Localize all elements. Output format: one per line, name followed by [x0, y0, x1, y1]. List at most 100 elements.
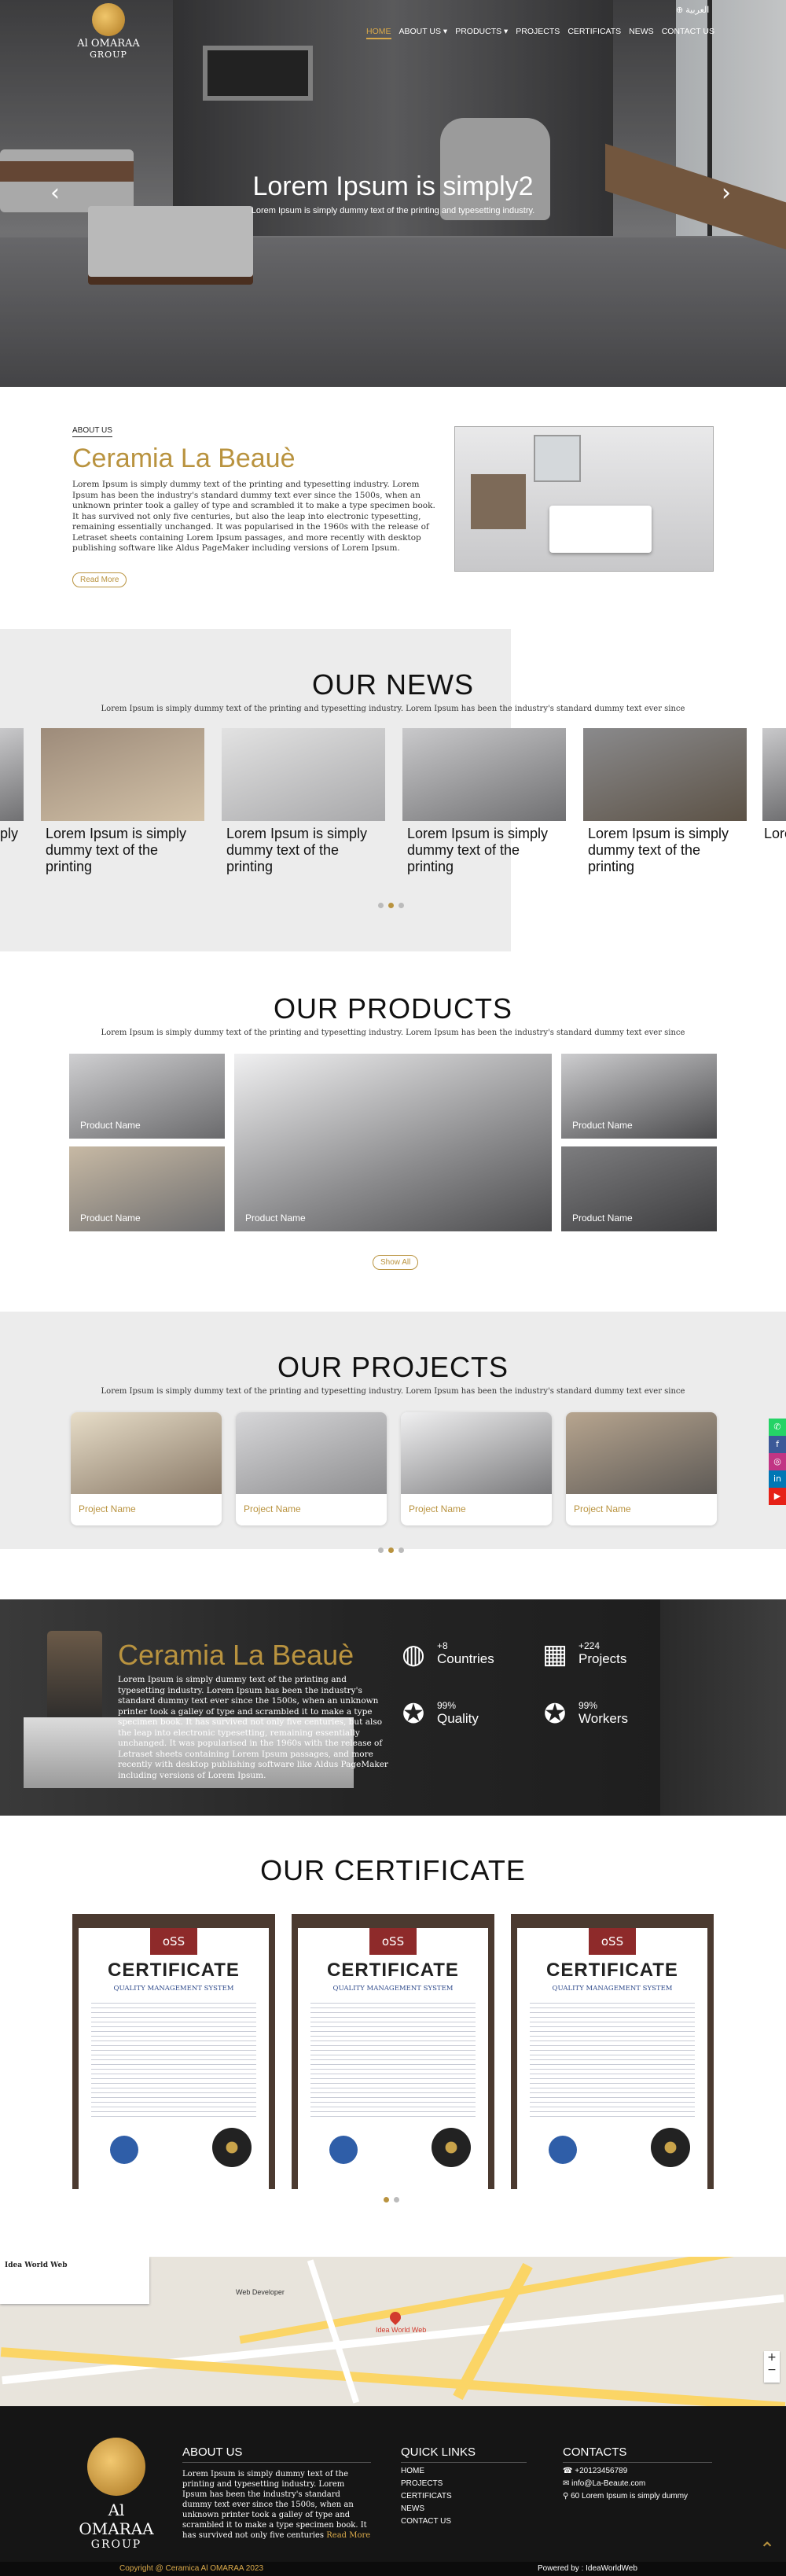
read-more-button[interactable]: Read More	[72, 572, 127, 587]
project-card[interactable]: Project Name	[401, 1412, 552, 1525]
footer-phone[interactable]: ☎ +20123456789	[563, 2467, 712, 2475]
projects-title: OUR PROJECTS	[277, 1351, 509, 1383]
seal-icon	[432, 2128, 471, 2167]
certificate-card[interactable]: oSS CERTIFICATE QUALITY MANAGEMENT SYSTE…	[511, 1914, 714, 2191]
news-pagination	[378, 903, 404, 908]
pagination-dot[interactable]	[394, 2197, 399, 2202]
instagram-icon[interactable]: ◎	[769, 1453, 786, 1470]
iaf-logo-icon	[329, 2136, 358, 2164]
social-sidebar: ✆ f ◎ in ▶	[769, 1419, 786, 1505]
pagination-dot[interactable]	[399, 1547, 404, 1553]
seal-icon	[212, 2128, 252, 2167]
news-image[interactable]	[222, 728, 385, 821]
project-card[interactable]: Project Name	[236, 1412, 387, 1525]
footer-email[interactable]: ✉ info@La-Beaute.com	[563, 2479, 712, 2488]
news-item-text[interactable]: Lorem Ipsum is simply dummy text of the …	[407, 826, 564, 875]
scroll-top-icon[interactable]: ⌃	[759, 2538, 775, 2560]
globe-icon: ⊕	[676, 6, 686, 15]
google-map[interactable]: Idea World Web Idea World Web Web Develo…	[0, 2257, 786, 2406]
location-icon: ⚲	[563, 2492, 571, 2501]
iaf-logo-icon	[110, 2136, 138, 2164]
about-text: Lorem Ipsum is simply dummy text of the …	[72, 480, 435, 553]
product-card[interactable]: Product Name	[69, 1054, 225, 1139]
nav-news[interactable]: NEWS	[629, 25, 654, 39]
news-image[interactable]	[583, 728, 747, 821]
footer-contacts: CONTACTS ☎ +20123456789 ✉ info@La-Beaute…	[563, 2445, 712, 2504]
certificates-pagination	[384, 2197, 399, 2202]
footer-quick-links: QUICK LINKS HOME PROJECTS CERTIFICATS NE…	[401, 2445, 527, 2530]
footer-link[interactable]: CERTIFICATS	[401, 2492, 527, 2501]
stats-title: Ceramia La Beauè	[118, 1639, 354, 1671]
nav-contact[interactable]: CONTACT US	[662, 25, 714, 39]
news-item-text[interactable]: Lorem Ipsum is simply dummy text of the …	[588, 826, 745, 875]
nav-projects[interactable]: PROJECTS	[516, 25, 560, 39]
oss-logo: oSS	[589, 1928, 636, 1955]
products-subtitle: Lorem Ipsum is simply dummy text of the …	[101, 1029, 685, 1037]
product-card[interactable]: Product Name	[69, 1146, 225, 1231]
news-image[interactable]	[41, 728, 204, 821]
news-item-text[interactable]: Lorem Ipsum is simply dummy text of the …	[46, 826, 203, 875]
about-title: Ceramia La Beauè	[72, 443, 296, 473]
facebook-icon[interactable]: f	[769, 1436, 786, 1453]
pagination-dot[interactable]	[388, 1547, 394, 1553]
footer-link[interactable]: PROJECTS	[401, 2479, 527, 2488]
footer-read-more-link[interactable]: Read More	[326, 2531, 370, 2540]
stats-section: Ceramia La Beauè Lorem Ipsum is simply d…	[0, 1599, 786, 1816]
whatsapp-icon[interactable]: ✆	[769, 1419, 786, 1436]
news-item-text[interactable]: Lorem Ipsum is simply dummy text of the …	[226, 826, 384, 875]
news-image[interactable]	[402, 728, 566, 821]
news-subtitle: Lorem Ipsum is simply dummy text of the …	[101, 705, 685, 713]
logo-emblem-icon	[87, 2438, 145, 2496]
map-info-box: Idea World Web	[0, 2257, 149, 2304]
mail-icon: ✉	[563, 2479, 572, 2488]
about-image	[454, 426, 714, 572]
hero-title: Lorem Ipsum is simply2	[252, 171, 534, 201]
pagination-dot[interactable]	[384, 2197, 389, 2202]
globe-pin-icon: ◍	[402, 1639, 425, 1670]
logo-emblem-icon	[92, 3, 125, 36]
linkedin-icon[interactable]: in	[769, 1470, 786, 1488]
oss-logo: oSS	[369, 1928, 417, 1955]
footer-logo[interactable]: Al OMARAA GROUP	[69, 2438, 163, 2551]
products-title: OUR PRODUCTS	[273, 992, 512, 1025]
stats-text: Lorem Ipsum is simply dummy text of the …	[118, 1675, 388, 1780]
product-card-featured[interactable]: Product Name	[234, 1054, 552, 1231]
project-card[interactable]: Project Name	[71, 1412, 222, 1525]
footer-link[interactable]: CONTACT US	[401, 2517, 527, 2526]
nav-home[interactable]: HOME	[366, 25, 391, 39]
certificates-title: OUR CERTIFICATE	[260, 1854, 526, 1886]
footer: Al OMARAA GROUP ABOUT US Lorem Ipsum is …	[0, 2406, 786, 2576]
iaf-logo-icon	[549, 2136, 577, 2164]
nav-about[interactable]: ABOUT US ▾	[399, 25, 448, 39]
project-card[interactable]: Project Name	[566, 1412, 717, 1525]
footer-link[interactable]: NEWS	[401, 2504, 527, 2513]
pagination-dot[interactable]	[399, 903, 404, 908]
pagination-dot[interactable]	[388, 903, 394, 908]
projects-pagination	[378, 1547, 404, 1553]
nav-products[interactable]: PRODUCTS ▾	[455, 25, 508, 39]
projects-subtitle: Lorem Ipsum is simply dummy text of the …	[101, 1387, 685, 1396]
news-item-text: Lorem	[764, 826, 786, 841]
footer-about: ABOUT US Lorem Ipsum is simply dummy tex…	[182, 2445, 371, 2540]
certificate-card[interactable]: oSS CERTIFICATE QUALITY MANAGEMENT SYSTE…	[72, 1914, 275, 2191]
phone-icon: ☎	[563, 2467, 575, 2475]
map-zoom-controls[interactable]: + −	[764, 2351, 780, 2383]
product-card[interactable]: Product Name	[561, 1146, 717, 1231]
youtube-icon[interactable]: ▶	[769, 1488, 786, 1505]
seal-icon	[651, 2128, 690, 2167]
product-card[interactable]: Product Name	[561, 1054, 717, 1139]
badge-icon: ✪	[402, 1698, 425, 1730]
certificate-card[interactable]: oSS CERTIFICATE QUALITY MANAGEMENT SYSTE…	[292, 1914, 494, 2191]
about-kicker: ABOUT US	[72, 426, 112, 437]
pagination-dot[interactable]	[378, 903, 384, 908]
building-icon: ▦	[542, 1639, 568, 1670]
language-switch[interactable]: ⊕ العربية	[676, 5, 709, 15]
footer-address: ⚲ 60 Lorem Ipsum is simply dummy	[563, 2492, 689, 2501]
logo[interactable]: Al OMARAA GROUP	[69, 3, 148, 60]
footer-link[interactable]: HOME	[401, 2467, 527, 2475]
hero-subtitle: Lorem Ipsum is simply dummy text of the …	[251, 206, 535, 215]
show-all-button[interactable]: Show All	[373, 1255, 419, 1270]
nav-certificats[interactable]: CERTIFICATS	[567, 25, 621, 39]
pagination-dot[interactable]	[378, 1547, 384, 1553]
news-item-text: ply	[0, 826, 19, 841]
